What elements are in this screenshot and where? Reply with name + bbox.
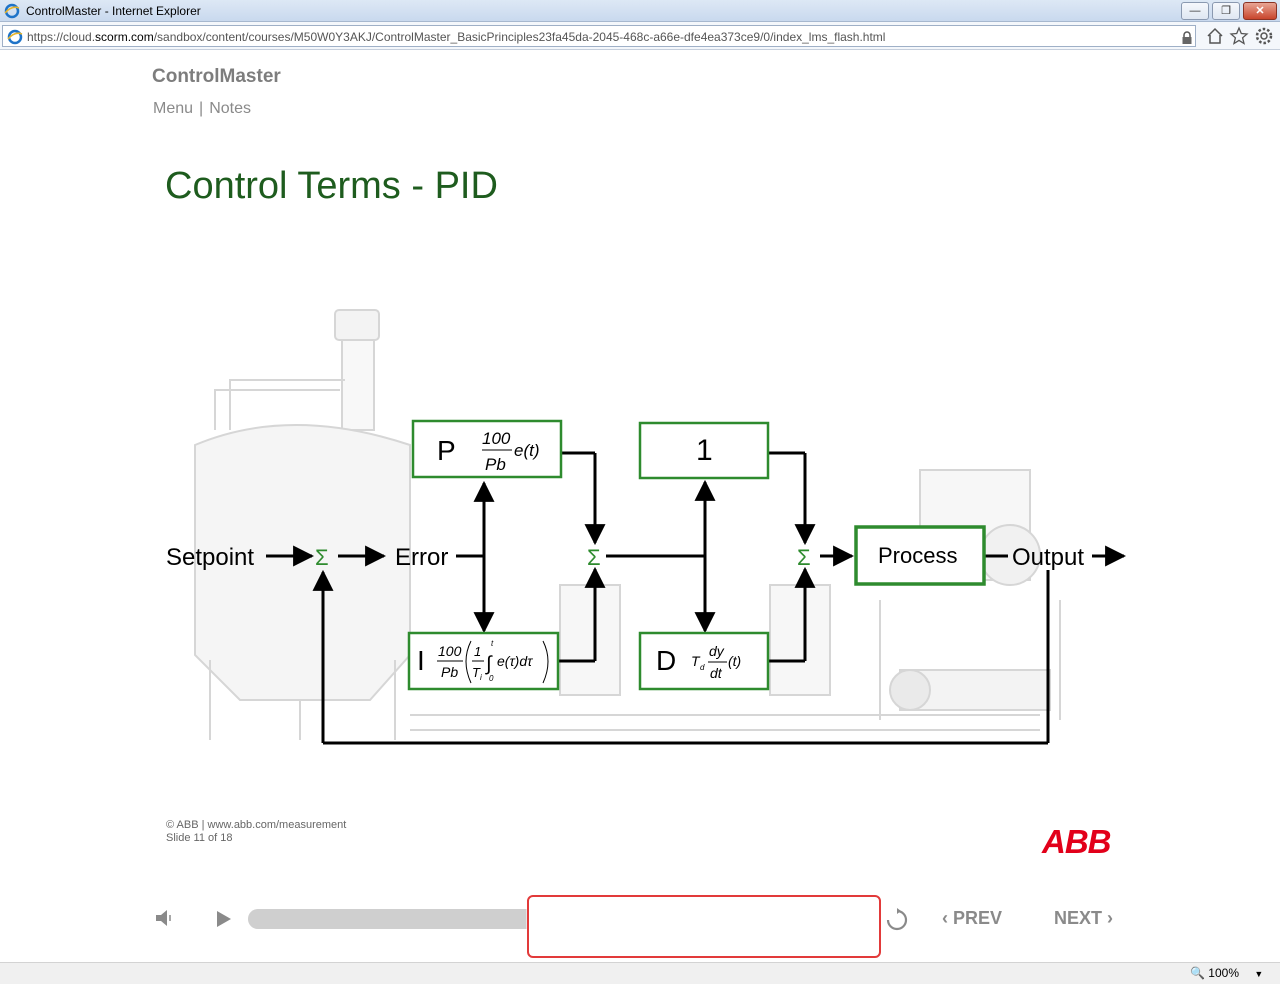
minimize-button[interactable]: — [1181,2,1209,20]
p-block: P 100 Pb e(t) [411,419,563,479]
prev-label: PREV [953,908,1003,928]
window-title: ControlMaster - Internet Explorer [26,4,201,18]
site-favicon-icon [7,29,23,45]
p-letter: P [437,435,456,466]
sum-junction-2: Σ [587,545,601,570]
progress-fill [248,909,527,929]
address-bar: https://cloud.scorm.com/sandbox/content/… [0,22,1280,50]
sum-junction-3: Σ [797,545,811,570]
i-numerator: 100 [438,643,462,659]
close-button[interactable]: ✕ [1243,2,1277,20]
i-integrand: e(τ)dτ [497,653,533,669]
plant-illustration [194,309,1061,740]
course-nav: Menu | Notes [153,100,251,118]
zoom-icon: 🔍 [1190,966,1205,980]
url-field[interactable]: https://cloud.scorm.com/sandbox/content/… [2,25,1196,47]
setpoint-label: Setpoint [166,544,254,571]
volume-icon[interactable] [155,908,177,928]
favorites-star-icon[interactable] [1229,26,1249,46]
copyright-text: © ABB | www.abb.com/measurement [166,819,347,831]
replay-icon[interactable] [885,908,909,932]
menu-link[interactable]: Menu [153,100,193,118]
i-letter: I [417,645,425,676]
zoom-control[interactable]: 🔍 100% ▼ [1190,966,1263,980]
notes-link[interactable]: Notes [209,100,251,118]
footer-copyright: © ABB | www.abb.com/measurement Slide 11… [166,819,346,845]
process-label: Process [878,543,957,568]
home-icon[interactable] [1205,26,1225,46]
d-block: D T d dy dt (t) [638,631,770,691]
lock-icon[interactable] [1181,31,1193,45]
i-inner-numerator: 1 [474,644,481,659]
chevron-left-icon: ‹ [942,908,948,928]
p-function: e(t) [514,441,540,460]
error-label: Error [395,544,448,571]
player-controls: ‹ PREV NEXT › [0,890,1280,960]
url-text: https://cloud.scorm.com/sandbox/content/… [27,30,886,44]
prev-button[interactable]: ‹ PREV [942,908,1002,929]
internet-explorer-icon [4,3,20,19]
pid-diagram: Setpoint Σ Error Σ Σ P 100 Pb e(t) 1 I 1… [160,300,1140,770]
i-denominator: Pb [441,664,458,680]
status-bar: 🔍 100% ▼ [0,962,1280,984]
d-function: (t) [728,653,741,669]
output-label: Output [1012,544,1084,571]
p-numerator: 100 [482,429,511,448]
sum-junction-1: Σ [315,545,329,570]
highlight-box [527,895,881,958]
d-letter: D [656,645,676,676]
course-title: ControlMaster [152,66,281,87]
settings-gear-icon[interactable] [1254,26,1274,46]
p-denominator: Pb [485,455,506,474]
chevron-right-icon: › [1107,908,1114,928]
i-inner-subscript: i [480,673,482,682]
abb-logo: ABB [1042,823,1111,860]
process-block: Process [854,525,986,586]
d-numerator: dy [709,643,725,659]
nav-separator: | [199,100,204,117]
zoom-level: 100% [1208,966,1239,980]
unity-block: 1 [638,421,770,480]
chevron-down-icon: ▼ [1254,969,1264,979]
next-button[interactable]: NEXT › [1054,908,1113,929]
i-block: I 100 Pb 1 T i ∫ t 0 e(τ)dτ [407,631,560,691]
next-label: NEXT [1054,908,1103,928]
d-coefficient-subscript: d [700,663,705,672]
slide-counter: Slide 11 of 18 [166,832,233,844]
d-denominator: dt [710,665,723,681]
window-title-bar: ControlMaster - Internet Explorer — ❐ ✕ [0,0,1280,22]
play-icon[interactable] [215,909,233,929]
restore-button[interactable]: ❐ [1212,2,1240,20]
unity-label: 1 [696,434,713,467]
slide-title: Control Terms - PID [165,165,498,207]
i-lower-limit: 0 [489,674,494,683]
